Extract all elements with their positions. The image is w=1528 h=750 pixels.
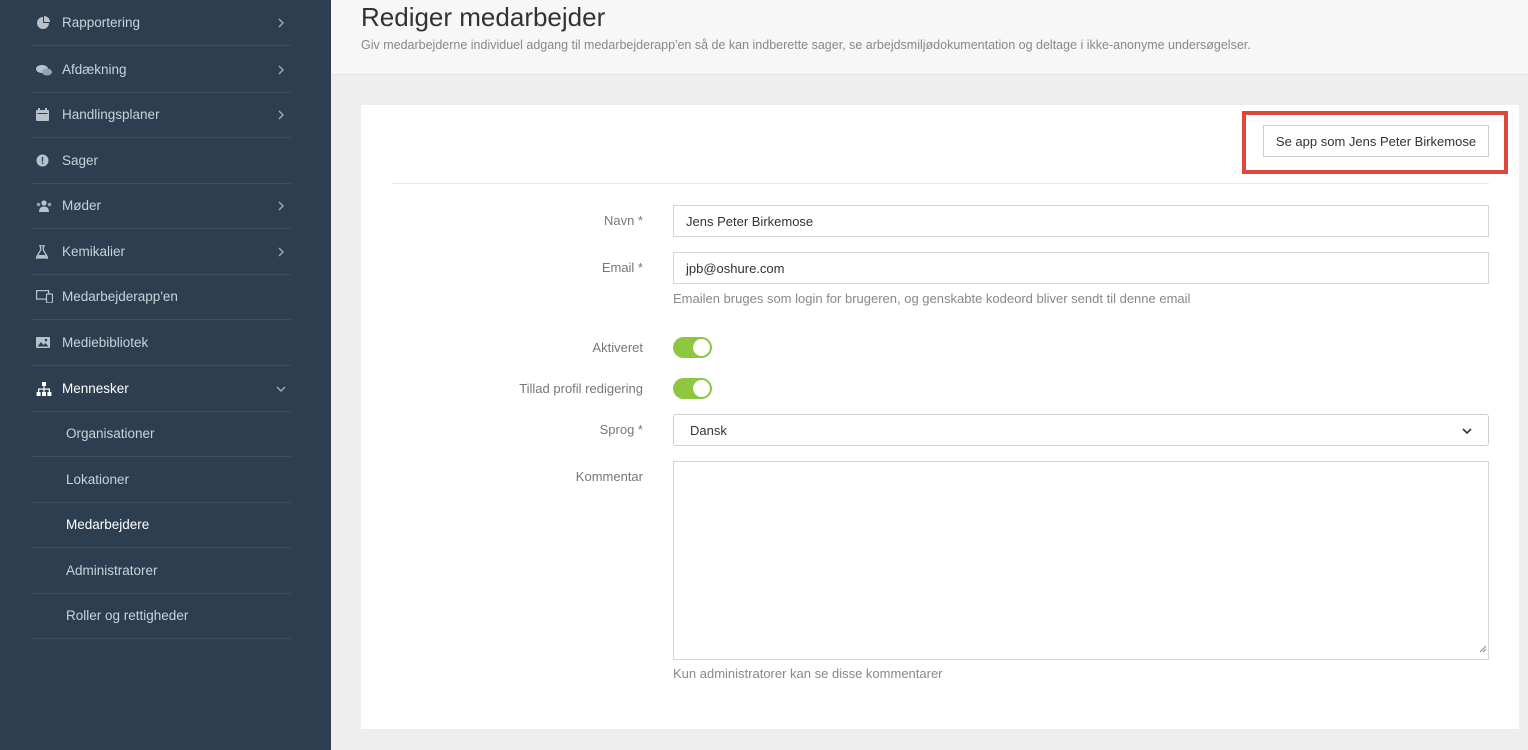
sidebar-item-mediebibliotek[interactable]: Mediebibliotek xyxy=(32,320,291,366)
sidebar-item-rapportering[interactable]: Rapportering xyxy=(32,0,291,46)
page-subtitle: Giv medarbejderne individuel adgang til … xyxy=(361,38,1251,52)
activated-label: Aktiveret xyxy=(592,340,643,355)
users-icon xyxy=(32,199,62,212)
image-icon xyxy=(32,337,62,348)
sidebar-item-handlingsplaner[interactable]: Handlingsplaner xyxy=(32,92,291,138)
sidebar-item-kemikalier[interactable]: Kemikalier xyxy=(32,229,291,275)
sidebar-subitem-lokationer[interactable]: Lokationer xyxy=(32,457,291,503)
email-label: Email * xyxy=(601,260,643,275)
sidebar-item-sager[interactable]: Sager xyxy=(32,138,291,184)
resize-handle-icon[interactable] xyxy=(1479,640,1487,658)
sidebar-subitem-label: Organisationer xyxy=(66,426,155,441)
sidebar-item-label: Mediebibliotek xyxy=(62,335,149,350)
sidebar-item-label: Møder xyxy=(62,198,102,213)
sidebar-subitem-medarbejdere[interactable]: Medarbejdere xyxy=(32,502,291,548)
comment-textarea[interactable] xyxy=(673,461,1489,660)
sidebar-item-label: Afdækning xyxy=(62,62,127,77)
sidebar-subitem-label: Roller og rettigheder xyxy=(66,608,189,623)
sidebar-subitem-label: Administratorer xyxy=(66,563,158,578)
sidebar-item-label: Sager xyxy=(62,153,99,168)
chat-bubbles-icon xyxy=(32,64,62,76)
sidebar-item-medarbejderappen[interactable]: Medarbejderapp'en xyxy=(32,274,291,320)
toggle-knob xyxy=(693,339,710,356)
chevron-down-icon xyxy=(1462,423,1472,438)
sidebar-item-afdaekning[interactable]: Afdækning xyxy=(32,47,291,93)
sidebar-item-label: Medarbejderapp'en xyxy=(62,289,178,304)
chevron-right-icon xyxy=(271,110,291,120)
profile-edit-toggle[interactable] xyxy=(673,378,712,399)
comment-help-text: Kun administratorer kan se disse komment… xyxy=(673,666,943,681)
sidebar: Rapportering Afdækning Handlingsplaner S… xyxy=(0,0,331,750)
comment-label: Kommentar xyxy=(575,469,643,484)
divider xyxy=(392,183,1489,184)
sidebar-item-label: Kemikalier xyxy=(62,244,126,259)
email-value: jpb@oshure.com xyxy=(686,260,785,276)
language-select[interactable]: Dansk xyxy=(673,414,1489,446)
pie-chart-icon xyxy=(32,15,62,30)
devices-icon xyxy=(32,290,62,303)
name-label: Navn * xyxy=(603,213,643,228)
chevron-right-icon xyxy=(271,201,291,211)
page-header: Rediger medarbejder Giv medarbejderne in… xyxy=(331,0,1528,75)
profile-edit-label: Tillad profil redigering xyxy=(519,381,643,396)
chevron-right-icon xyxy=(271,18,291,28)
toggle-knob xyxy=(693,380,710,397)
sidebar-item-label: Rapportering xyxy=(62,15,141,30)
language-value: Dansk xyxy=(690,422,727,438)
sidebar-subitem-organisationer[interactable]: Organisationer xyxy=(32,411,291,457)
page-title: Rediger medarbejder xyxy=(361,2,606,32)
view-app-as-user-button[interactable]: Se app som Jens Peter Birkemose xyxy=(1263,125,1489,157)
activated-toggle[interactable] xyxy=(673,337,712,358)
sidebar-subitem-roller-og-rettigheder[interactable]: Roller og rettigheder xyxy=(32,593,291,639)
chevron-down-icon xyxy=(271,385,291,393)
sidebar-item-moeder[interactable]: Møder xyxy=(32,183,291,229)
sidebar-subitem-label: Medarbejdere xyxy=(66,517,150,532)
org-chart-icon xyxy=(32,381,62,396)
sidebar-subitem-label: Lokationer xyxy=(66,472,130,487)
sidebar-subitem-administratorer[interactable]: Administratorer xyxy=(32,548,291,594)
name-value: Jens Peter Birkemose xyxy=(686,213,814,229)
email-field[interactable]: jpb@oshure.com xyxy=(673,252,1489,284)
sidebar-item-label: Handlingsplaner xyxy=(62,107,160,122)
calendar-icon xyxy=(32,108,62,121)
employee-form-card: Se app som Jens Peter Birkemose Navn * J… xyxy=(361,105,1519,729)
sidebar-item-label: Mennesker xyxy=(62,381,129,396)
email-help-text: Emailen bruges som login for brugeren, o… xyxy=(673,291,1191,306)
flask-icon xyxy=(32,244,62,259)
alert-circle-icon xyxy=(32,154,62,167)
name-field[interactable]: Jens Peter Birkemose xyxy=(673,205,1489,237)
chevron-right-icon xyxy=(271,65,291,75)
sidebar-item-mennesker[interactable]: Mennesker xyxy=(32,366,291,412)
language-label: Sprog * xyxy=(599,422,643,437)
chevron-right-icon xyxy=(271,247,291,257)
